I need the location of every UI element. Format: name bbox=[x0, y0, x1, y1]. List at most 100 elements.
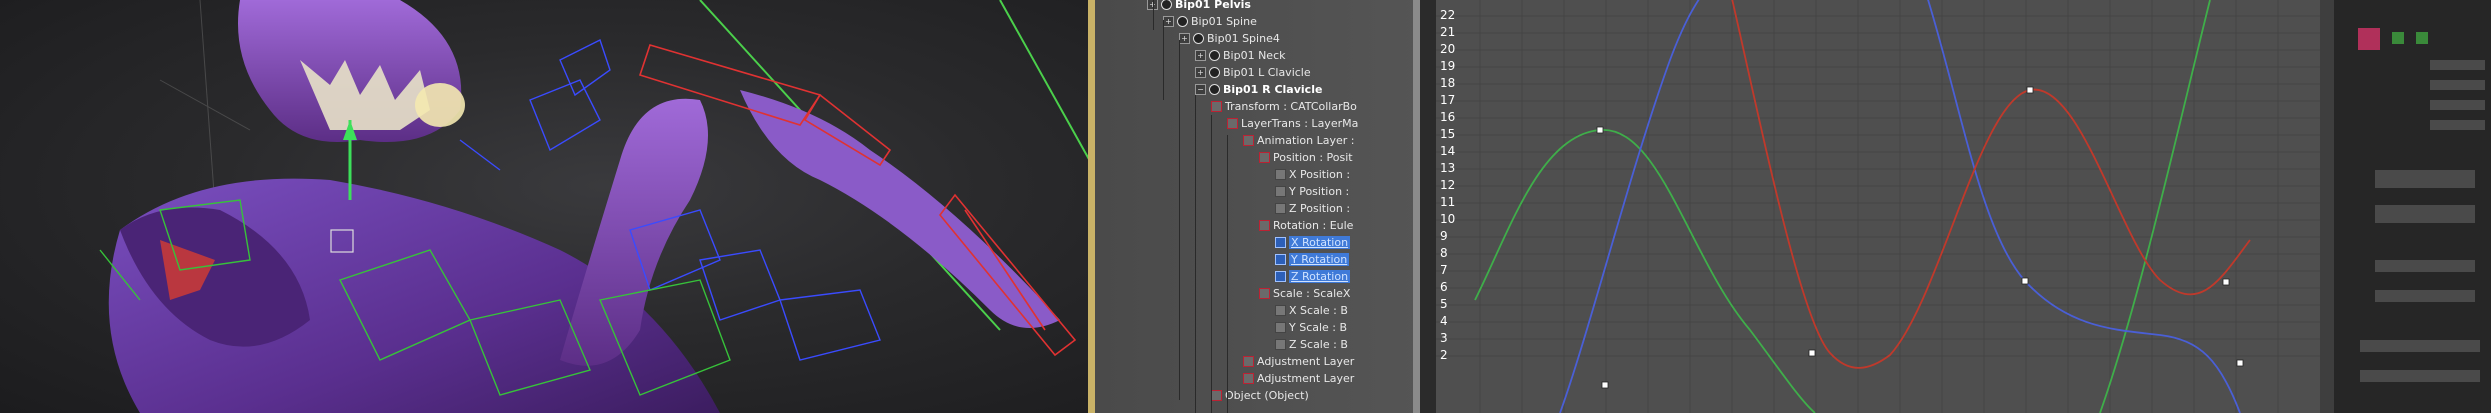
tree-item-label: LayerTrans : LayerMa bbox=[1241, 117, 1359, 130]
tree-item[interactable]: +Bip01 Pelvis bbox=[1147, 0, 1251, 13]
y-tick-label: 13 bbox=[1440, 161, 1456, 175]
z-rotation-curve bbox=[1559, 0, 1700, 413]
expand-toggle[interactable]: − bbox=[1195, 84, 1206, 95]
application-window: +Bip01 Pelvis+Bip01 Spine+Bip01 Spine4+B… bbox=[0, 0, 2491, 413]
curve-editor-graph[interactable]: 22 21 20 19 18 17 16 15 14 13 12 11 10 9 8 7 6 5 4 3 2 bbox=[1420, 0, 2320, 413]
tree-item[interactable]: Transform : CATCollarBo bbox=[1211, 98, 1357, 115]
tree-item-label: Z Position : bbox=[1289, 202, 1351, 215]
tree-item[interactable]: + Bip01 Neck bbox=[1195, 47, 1286, 64]
expand-toggle[interactable]: + bbox=[1195, 67, 1206, 78]
controller-icon bbox=[1211, 101, 1222, 112]
tree-item[interactable]: Z Scale : B bbox=[1275, 336, 1348, 353]
curve-canvas[interactable] bbox=[1420, 0, 2320, 413]
keyframe-point bbox=[1596, 126, 1604, 134]
tree-item-label: Z Rotation bbox=[1289, 270, 1351, 283]
active-viewport-border bbox=[1088, 0, 1095, 413]
tree-item-label: Bip01 R Clavicle bbox=[1223, 83, 1323, 96]
tree-item[interactable]: Adjustment Layer bbox=[1243, 370, 1354, 387]
character-arm bbox=[560, 98, 708, 366]
perspective-viewport[interactable] bbox=[0, 0, 1095, 413]
tree-item[interactable]: X Scale : B bbox=[1275, 302, 1348, 319]
controller-icon bbox=[1227, 118, 1238, 129]
tree-item[interactable]: Animation Layer : bbox=[1243, 132, 1354, 149]
bone-icon bbox=[1193, 33, 1204, 44]
tree-item[interactable]: Rotation : Eule bbox=[1259, 217, 1353, 234]
panel-field-8[interactable] bbox=[2360, 370, 2480, 382]
position-icon bbox=[1259, 152, 1270, 163]
y-tick-label: 21 bbox=[1440, 25, 1456, 39]
tree-connector-line bbox=[1179, 40, 1180, 400]
tree-item-label: Adjustment Layer bbox=[1257, 372, 1355, 385]
tree-item-label: Y Rotation bbox=[1289, 253, 1350, 266]
xyz-icon bbox=[1275, 237, 1286, 248]
graph-left-gutter bbox=[1420, 0, 1436, 413]
tree-item[interactable]: LayerTrans : LayerMa bbox=[1227, 115, 1358, 132]
keyframe-point bbox=[2021, 277, 2029, 285]
tree-item-label: Bip01 L Clavicle bbox=[1223, 66, 1311, 79]
green-indicator-icon-2 bbox=[2416, 32, 2428, 44]
tree-item[interactable]: X Rotation bbox=[1275, 234, 1351, 251]
tree-item[interactable]: Y Position : bbox=[1275, 183, 1349, 200]
character-tail bbox=[740, 90, 1060, 328]
panel-field-5[interactable] bbox=[2375, 260, 2475, 272]
tree-item[interactable]: X Position : bbox=[1275, 166, 1350, 183]
tree-item[interactable]: − Bip01 R Clavicle bbox=[1195, 81, 1322, 98]
controller-icon bbox=[1243, 373, 1254, 384]
tree-item-label: Z Scale : B bbox=[1289, 338, 1348, 351]
y-tick-label: 18 bbox=[1440, 76, 1456, 90]
tree-item[interactable]: Y Rotation bbox=[1275, 251, 1350, 268]
y-tick-label: 9 bbox=[1440, 229, 1448, 243]
y-tick-label: 14 bbox=[1440, 144, 1456, 158]
tree-item-label: Y Scale : B bbox=[1289, 321, 1348, 334]
xyz-icon bbox=[1275, 322, 1286, 333]
y-tick-label: 8 bbox=[1440, 246, 1448, 260]
panel-splitter[interactable] bbox=[1413, 0, 1420, 413]
color-swatch[interactable] bbox=[2358, 28, 2380, 50]
tree-item[interactable]: Adjustment Layer bbox=[1243, 353, 1354, 370]
tree-item[interactable]: + Bip01 L Clavicle bbox=[1195, 64, 1311, 81]
tree-item[interactable]: Position : Posit bbox=[1259, 149, 1353, 166]
xyz-icon bbox=[1275, 203, 1286, 214]
panel-button-2[interactable] bbox=[2375, 205, 2475, 223]
tree-item[interactable]: + Bip01 Spine4 bbox=[1179, 30, 1280, 47]
tree-item[interactable]: Scale : ScaleX bbox=[1259, 285, 1350, 302]
command-panel bbox=[2320, 0, 2491, 413]
panel-field-3[interactable] bbox=[2430, 100, 2485, 110]
y-tick-label: 6 bbox=[1440, 280, 1448, 294]
x-rotation-curve bbox=[1731, 0, 2251, 369]
tree-item-label: Transform : CATCollarBo bbox=[1225, 100, 1357, 113]
panel-field-4[interactable] bbox=[2430, 120, 2485, 130]
expand-toggle[interactable]: + bbox=[1179, 33, 1190, 44]
expand-toggle[interactable]: + bbox=[1195, 50, 1206, 61]
green-indicator-icon bbox=[2392, 32, 2404, 44]
tree-item[interactable]: Z Rotation bbox=[1275, 268, 1351, 285]
y-tick-label: 7 bbox=[1440, 263, 1448, 277]
tree-connector-line bbox=[1163, 20, 1164, 100]
y-tick-label: 20 bbox=[1440, 42, 1456, 56]
tree-item[interactable]: Z Position : bbox=[1275, 200, 1350, 217]
keyframe-point bbox=[1601, 381, 1609, 389]
controller-hierarchy-tree[interactable]: +Bip01 Pelvis+Bip01 Spine+Bip01 Spine4+B… bbox=[1095, 0, 1420, 413]
panel-field[interactable] bbox=[2430, 60, 2485, 70]
tree-connector-line bbox=[1195, 95, 1196, 413]
xyz-icon bbox=[1275, 339, 1286, 350]
tree-connector-line bbox=[1211, 115, 1212, 413]
z-rotation-curve-2 bbox=[1927, 0, 2241, 413]
keyframe-point bbox=[2236, 359, 2244, 367]
tree-item[interactable]: Y Scale : B bbox=[1275, 319, 1347, 336]
panel-field-2[interactable] bbox=[2430, 80, 2485, 90]
panel-button[interactable] bbox=[2375, 170, 2475, 188]
tree-item[interactable]: Object (Object) bbox=[1211, 387, 1309, 404]
tree-item-label: X Rotation bbox=[1289, 236, 1351, 249]
panel-field-7[interactable] bbox=[2360, 340, 2480, 352]
keyframe-point bbox=[2026, 86, 2034, 94]
tree-item-label: Bip01 Spine4 bbox=[1207, 32, 1280, 45]
bone-icon bbox=[1161, 0, 1172, 10]
tree-item[interactable]: + Bip01 Spine bbox=[1163, 13, 1257, 30]
expand-toggle[interactable]: + bbox=[1163, 16, 1174, 27]
panel-edge bbox=[2320, 0, 2334, 413]
panel-field-6[interactable] bbox=[2375, 290, 2475, 302]
y-tick-label: 3 bbox=[1440, 331, 1448, 345]
y-tick-label: 22 bbox=[1440, 8, 1456, 22]
controller-icon bbox=[1243, 356, 1254, 367]
